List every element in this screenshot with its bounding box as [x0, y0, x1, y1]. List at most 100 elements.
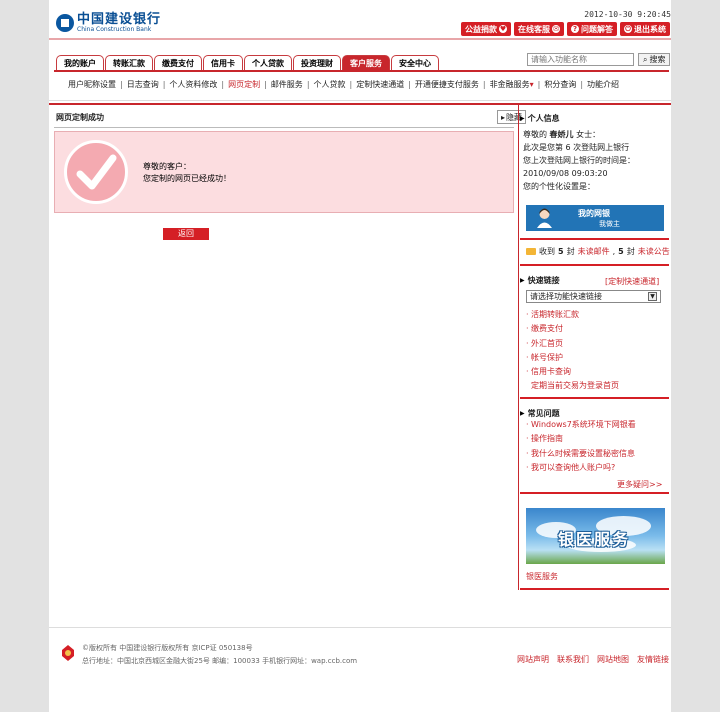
tab-my-account[interactable]: 我的账户 [56, 55, 104, 70]
personalization-label: 您的个性化设置是： [523, 182, 595, 191]
header-divider [49, 38, 671, 40]
personal-info-title: 个人信息 [527, 114, 560, 123]
more-questions-link[interactable]: 更多疑问>> [617, 479, 662, 490]
main-tabs: 我的账户 转账汇款 缴费支付 信用卡 个人贷款 投资理财 客户服务 安全中心 [56, 55, 439, 70]
badge-icon [62, 645, 74, 661]
logout-button[interactable]: ⏻ 退出系统 [620, 22, 670, 36]
subnav-points-query[interactable]: 积分查询 [544, 79, 576, 90]
online-service-button[interactable]: 在线客服 ✉ [514, 22, 564, 36]
notice-count: 5 [618, 247, 624, 256]
subnav-quick-channel[interactable]: 定制快速通道 [356, 79, 404, 90]
subnav-non-financial[interactable]: 非金融服务 [490, 79, 530, 90]
content-top-border [49, 103, 671, 105]
subnav-profile-edit[interactable]: 个人资料修改 [169, 79, 217, 90]
subnav-feature-intro[interactable]: 功能介绍 [587, 79, 619, 90]
footer-link-contact[interactable]: 联系我们 [557, 654, 589, 665]
charity-donation-button[interactable]: 公益捐款 ♥ [461, 22, 511, 36]
faq-answers-button[interactable]: ? 问题解答 [567, 22, 617, 36]
sidebar-separator [520, 238, 669, 240]
unread-mail-link[interactable]: 未读邮件 [578, 246, 610, 257]
bank-hospital-link[interactable]: 银医服务 [526, 571, 558, 582]
personal-info-header: ▶ 个人信息 [520, 113, 669, 124]
checkmark-icon [64, 140, 128, 204]
banner-title: 我的网银 [578, 209, 610, 218]
quick-links-list: · 活期转账汇款 · 缴费支付 · 外汇首页 · 帐号保护 · 信用卡查询 定期当前交易为… [526, 308, 619, 394]
sidebar-separator [520, 397, 669, 399]
list-item[interactable]: 定期当前交易为登录首页 [526, 379, 619, 393]
page: 中国建设银行 China Construction Bank 2012-10-3… [49, 0, 671, 712]
banner-subtitle: 我做主 [599, 220, 620, 228]
faq-list: · Windows7系统环境下网银看 · 操作指南 · 我什么时候需要设置秘密信息 ·… [526, 418, 636, 475]
quick-link-select[interactable]: 请选择功能快速链接 ▼ [526, 290, 661, 303]
success-text: 您定制的网页已经成功！ [143, 174, 231, 183]
list-item[interactable]: · 缴费支付 [526, 322, 619, 336]
list-item[interactable]: · 活期转账汇款 [526, 308, 619, 322]
unread-notice-link[interactable]: 未读公告 [638, 246, 670, 257]
title-divider [54, 127, 514, 128]
triangle-icon: ▶ [520, 277, 525, 284]
footer-address: 总行地址：中国北京西城区金融大街25号 邮编：100033 手机银行网址：wap… [82, 657, 358, 665]
last-login-time: 2010/09/08 09:03:20 [523, 169, 608, 178]
sidebar-divider [518, 105, 519, 590]
notice-unit: 封 [626, 247, 635, 256]
sub-navigation: 用户昵称设置 | 日志查询 | 个人资料修改 | 网页定制 | 邮件服务 | 个人贷款 | … [68, 79, 620, 90]
mail-notice: 收到 5 封未读邮件, 5 封未读公告 [526, 246, 670, 257]
list-item[interactable]: · 我可以查询他人账户吗? [526, 461, 636, 475]
sidebar-separator [520, 492, 669, 494]
subnav-page-customize[interactable]: 网页定制 [228, 79, 260, 90]
subnav-nickname-settings[interactable]: 用户昵称设置 [68, 79, 116, 90]
subnav-personal-loan[interactable]: 个人贷款 [314, 79, 346, 90]
footer-divider [49, 627, 671, 628]
search-icon: ⌕ [643, 54, 648, 64]
user-name: 春娇儿 [549, 130, 574, 139]
function-search-input[interactable] [527, 53, 634, 66]
charity-donation-label: 公益捐款 [465, 24, 497, 34]
tab-security-center[interactable]: 安全中心 [391, 55, 439, 70]
tab-payment[interactable]: 缴费支付 [154, 55, 202, 70]
bank-hospital-banner[interactable]: 银医服务 [526, 508, 665, 564]
triangle-icon: ▶ [520, 115, 525, 122]
banner-text: 银医服务 [558, 530, 631, 549]
footer-link-statement[interactable]: 网站声明 [517, 654, 549, 665]
list-item[interactable]: · 操作指南 [526, 432, 636, 446]
subnav-easy-pay[interactable]: 开通便捷支付服务 [415, 79, 479, 90]
logo-english-name: China Construction Bank [77, 26, 152, 33]
footer-link-sitemap[interactable]: 网站地图 [597, 654, 629, 665]
greeting-prefix: 尊敬的 [523, 130, 547, 139]
search-button[interactable]: ⌕ 搜索 [638, 53, 671, 66]
tab-transfer[interactable]: 转账汇款 [105, 55, 153, 70]
logout-icon: ⏻ [624, 25, 632, 33]
subnav-mail-service[interactable]: 邮件服务 [271, 79, 303, 90]
list-item[interactable]: · 帐号保护 [526, 351, 619, 365]
my-ebank-banner[interactable]: 我的网银 我做主 [526, 205, 664, 231]
chevron-down-icon: ▾ [529, 80, 534, 89]
list-item[interactable]: · 信用卡查询 [526, 365, 619, 379]
top-button-group: 公益捐款 ♥ 在线客服 ✉ ? 问题解答 ⏻ 退出系统 [461, 22, 670, 36]
ccb-logo[interactable]: 中国建设银行 China Construction Bank [56, 12, 171, 34]
search-button-label: 搜索 [649, 55, 666, 64]
list-item[interactable]: · Windows7系统环境下网银看 [526, 418, 636, 432]
tab-investment[interactable]: 投资理财 [293, 55, 341, 70]
tab-credit-card[interactable]: 信用卡 [203, 55, 243, 70]
ccb-logo-icon [56, 14, 74, 32]
mail-unit: 封 [566, 247, 575, 256]
tab-underline [54, 70, 669, 72]
tab-customer-service[interactable]: 客户服务 [342, 55, 390, 70]
tab-personal-loan[interactable]: 个人贷款 [244, 55, 292, 70]
login-count: 此次是您第 6 次登陆网上银行 [523, 143, 630, 152]
subnav-log-query[interactable]: 日志查询 [127, 79, 159, 90]
footer-copyright: ©版权所有 中国建设银行版权所有 京ICP证 050138号 [82, 644, 253, 652]
sidebar-separator [520, 588, 669, 590]
heart-icon: ♥ [499, 25, 507, 33]
success-message-box: 尊敬的客户： 您定制的网页已经成功！ [54, 131, 514, 213]
customize-quick-channel-link[interactable]: [定制快速通道] [605, 276, 659, 287]
list-item[interactable]: · 外汇首页 [526, 337, 619, 351]
user-title: 女士： [576, 130, 601, 139]
quick-link-select-value: 请选择功能快速链接 [530, 292, 602, 301]
question-icon: ? [571, 25, 579, 33]
avatar-icon [537, 208, 552, 228]
list-item[interactable]: · 我什么时候需要设置秘密信息 [526, 447, 636, 461]
back-button[interactable]: 返回 [163, 228, 209, 240]
chat-icon: ✉ [552, 25, 560, 33]
footer-link-friends[interactable]: 友情链接 [637, 654, 669, 665]
